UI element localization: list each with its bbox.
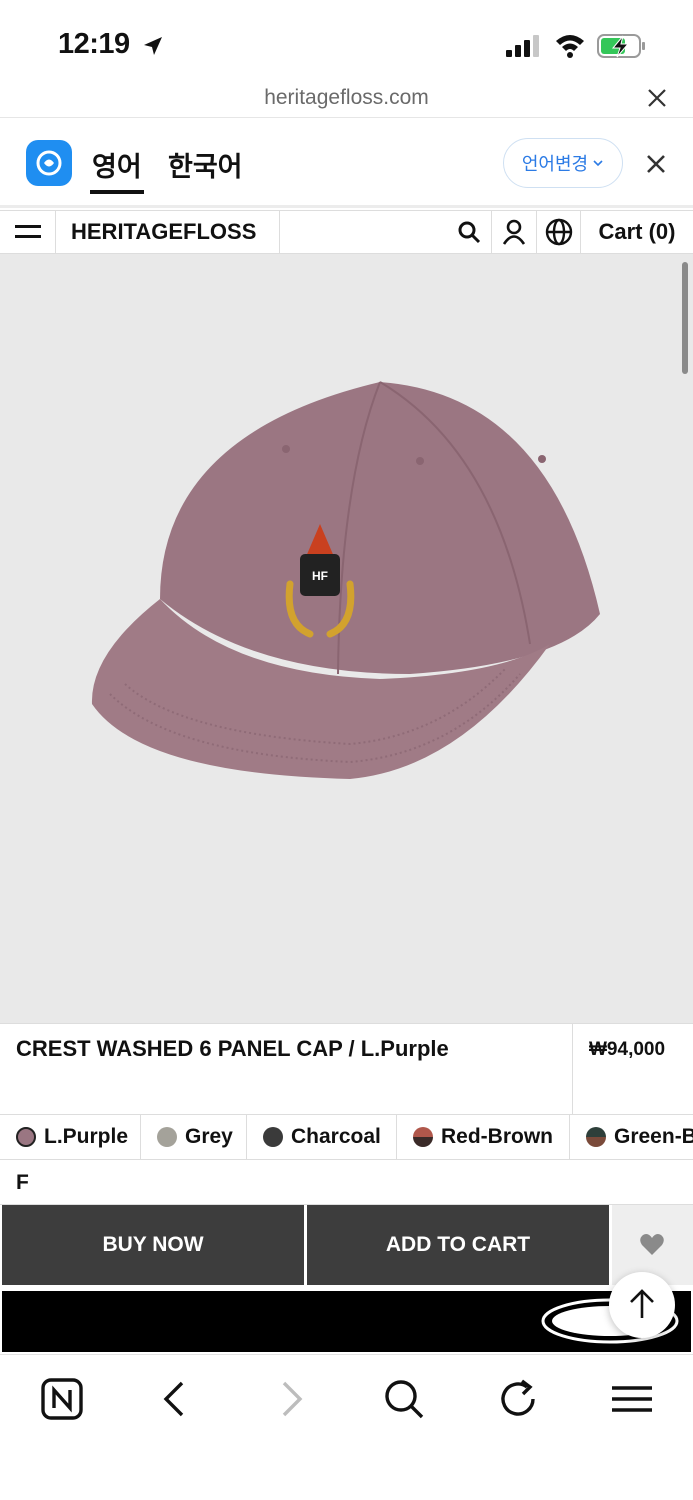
menu-button[interactable]	[0, 211, 56, 253]
product-image[interactable]: HF	[0, 254, 693, 1260]
color-swatch	[157, 1127, 177, 1147]
hamburger-menu-icon	[14, 225, 41, 238]
site-header: HERITAGEFLOSS Cart (0)	[0, 210, 693, 254]
close-icon[interactable]	[645, 153, 667, 175]
color-options: L.Purple Grey Charcoal Red-Brown Green-B	[0, 1115, 693, 1160]
reload-icon[interactable]	[496, 1377, 540, 1421]
search-icon	[458, 221, 481, 244]
naver-home-icon[interactable]	[40, 1377, 84, 1421]
color-label: Grey	[185, 1125, 233, 1148]
scroll-to-top-button[interactable]	[609, 1272, 675, 1338]
color-swatch	[16, 1127, 36, 1147]
cellular-signal-icon	[506, 35, 539, 57]
promo-banner[interactable]	[2, 1291, 691, 1352]
change-language-label: 언어변경	[521, 154, 589, 174]
product-title: CREST WASHED 6 PANEL CAP / L.Purple	[16, 1036, 449, 1061]
status-bar: 12:19	[0, 0, 693, 80]
papago-logo-icon	[26, 140, 72, 186]
user-icon	[502, 219, 526, 245]
location-arrow-icon	[144, 37, 162, 55]
svg-text:HF: HF	[312, 569, 328, 583]
color-option-red-brown[interactable]: Red-Brown	[397, 1115, 570, 1159]
globe-icon	[545, 218, 572, 246]
chevron-down-icon	[593, 160, 603, 167]
cap-illustration: HF	[91, 381, 600, 779]
color-label: Red-Brown	[441, 1125, 553, 1148]
color-swatch	[586, 1127, 606, 1147]
color-option-charcoal[interactable]: Charcoal	[247, 1115, 397, 1159]
color-swatch	[413, 1127, 433, 1147]
product-price: ₩94,000	[589, 1039, 666, 1060]
product-title-row: CREST WASHED 6 PANEL CAP / L.Purple ₩94,…	[0, 1023, 693, 1115]
active-tab-indicator	[90, 190, 144, 194]
search-button[interactable]	[447, 211, 492, 253]
change-language-button[interactable]: 언어변경	[503, 138, 623, 188]
forward-icon[interactable]	[268, 1377, 312, 1421]
wifi-icon	[556, 35, 584, 58]
browser-toolbar	[0, 1354, 693, 1500]
size-option[interactable]: F	[16, 1171, 29, 1195]
status-time: 12:19	[58, 28, 130, 60]
arrow-up-icon	[630, 1289, 654, 1318]
color-label: L.Purple	[44, 1125, 129, 1148]
translate-bar: 영어 한국어 언어변경	[0, 118, 693, 208]
account-button[interactable]	[492, 211, 537, 253]
tab-english[interactable]: 영어	[92, 145, 142, 184]
back-icon[interactable]	[154, 1377, 198, 1421]
color-option-grey[interactable]: Grey	[141, 1115, 247, 1159]
price-cell: ₩94,000	[572, 1024, 693, 1114]
close-icon[interactable]	[646, 87, 668, 109]
size-row[interactable]: F	[0, 1160, 693, 1205]
menu-icon[interactable]	[610, 1377, 654, 1421]
color-label: Charcoal	[291, 1125, 381, 1148]
heart-icon	[640, 1234, 664, 1255]
search-icon[interactable]	[382, 1377, 426, 1421]
tab-korean[interactable]: 한국어	[168, 145, 243, 184]
url-text[interactable]: heritagefloss.com	[0, 86, 693, 110]
language-button[interactable]	[537, 211, 581, 253]
color-label: Green-B	[614, 1125, 693, 1148]
cart-button[interactable]: Cart (0)	[581, 211, 693, 253]
color-option-l-purple[interactable]: L.Purple	[0, 1115, 141, 1159]
add-to-cart-button[interactable]: ADD TO CART	[307, 1205, 609, 1285]
buy-now-button[interactable]: BUY NOW	[2, 1205, 304, 1285]
brand-logo[interactable]: HERITAGEFLOSS	[56, 211, 280, 253]
color-option-green-b[interactable]: Green-B	[570, 1115, 693, 1159]
url-bar[interactable]: heritagefloss.com	[0, 80, 693, 118]
battery-charging-icon	[597, 34, 645, 58]
page-scrollbar[interactable]	[682, 262, 688, 374]
color-swatch	[263, 1127, 283, 1147]
